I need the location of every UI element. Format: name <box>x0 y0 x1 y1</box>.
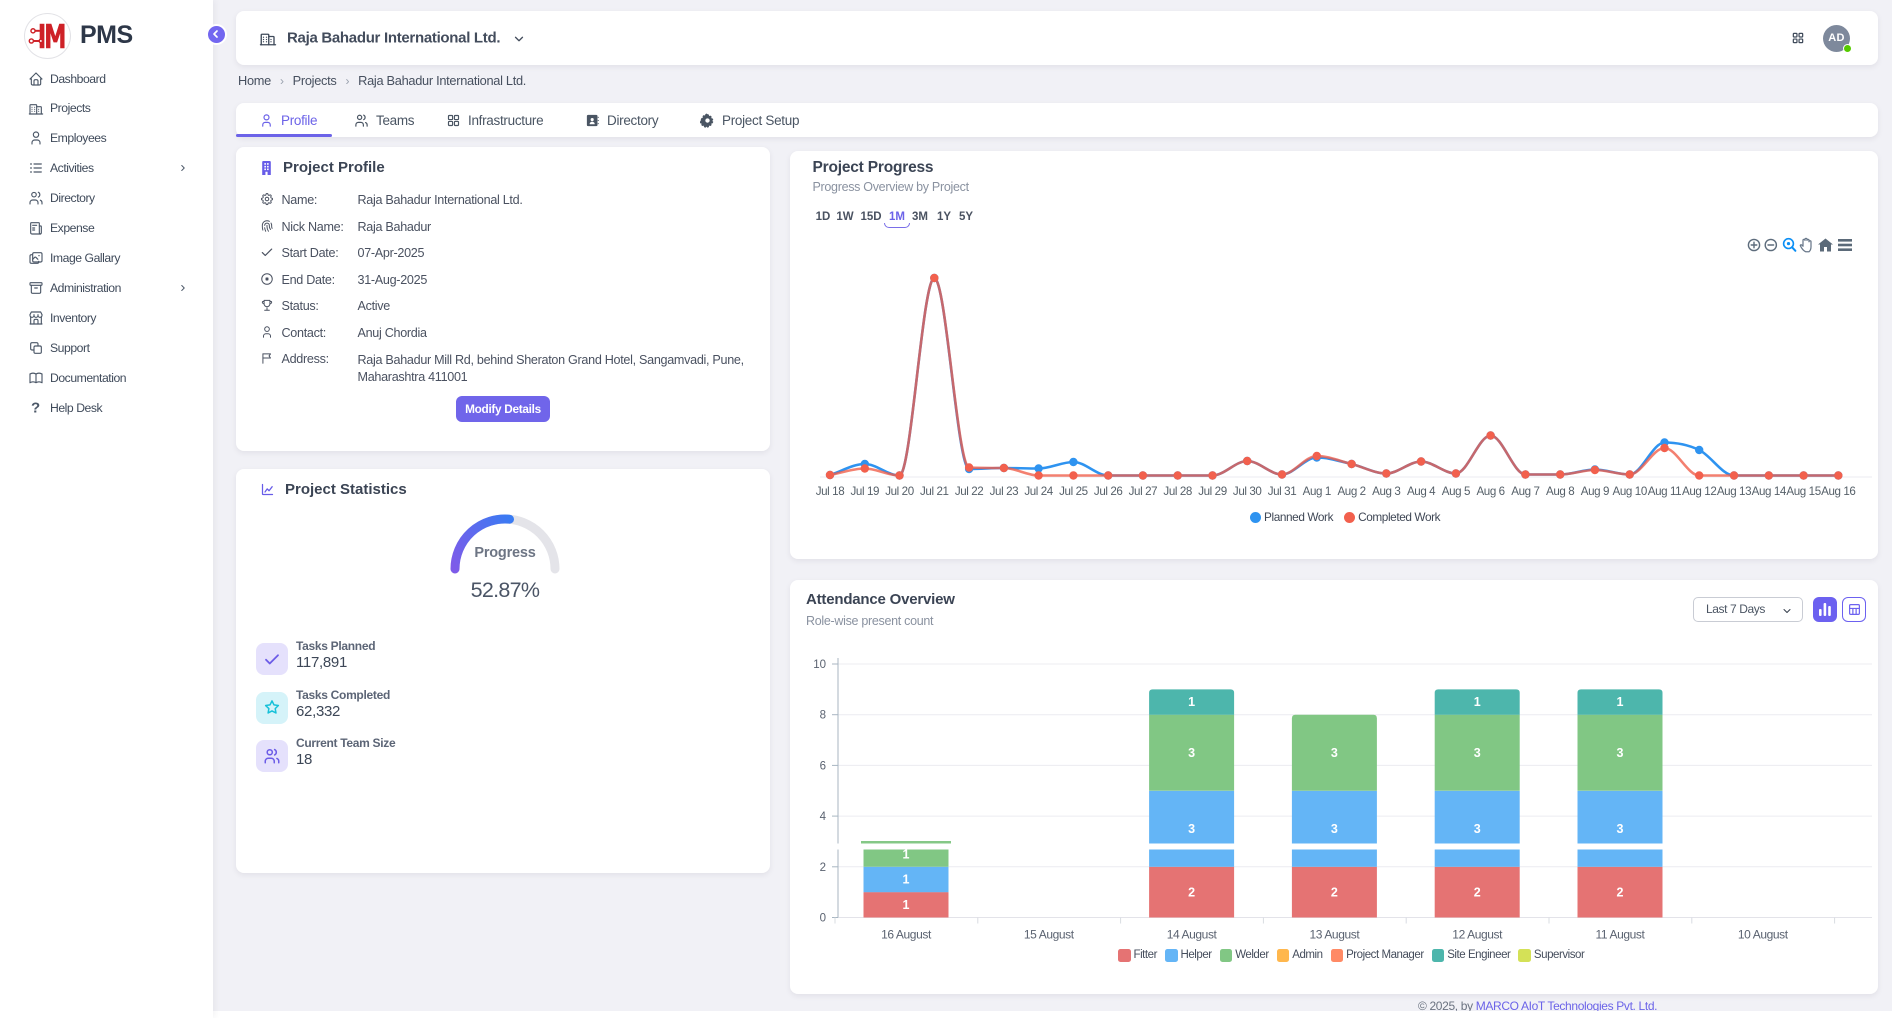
svg-text:Jul 22: Jul 22 <box>955 485 984 498</box>
svg-text:11 August: 11 August <box>1596 928 1646 942</box>
svg-text:Aug 5: Aug 5 <box>1442 485 1470 498</box>
svg-text:Jul 28: Jul 28 <box>1163 485 1192 498</box>
svg-text:Jul 26: Jul 26 <box>1094 485 1123 498</box>
svg-text:6: 6 <box>820 760 826 772</box>
svg-text:8: 8 <box>820 710 826 722</box>
svg-text:2: 2 <box>1331 885 1338 899</box>
svg-text:3: 3 <box>1617 822 1624 836</box>
svg-text:2: 2 <box>1617 885 1624 899</box>
svg-text:1: 1 <box>1474 695 1481 709</box>
svg-text:2: 2 <box>1474 885 1481 899</box>
svg-text:10 August: 10 August <box>1738 928 1789 942</box>
svg-text:1: 1 <box>1188 695 1195 709</box>
svg-text:13 August: 13 August <box>1310 928 1361 942</box>
svg-text:3: 3 <box>1188 822 1195 836</box>
svg-text:1: 1 <box>903 898 910 912</box>
svg-text:Aug 7: Aug 7 <box>1511 485 1539 498</box>
svg-text:Aug 6: Aug 6 <box>1476 485 1504 498</box>
svg-text:15 August: 15 August <box>1024 928 1075 942</box>
svg-text:12 August: 12 August <box>1452 928 1503 942</box>
svg-text:3: 3 <box>1331 746 1338 760</box>
svg-text:Aug 16: Aug 16 <box>1821 485 1855 498</box>
svg-text:3: 3 <box>1188 746 1195 760</box>
svg-text:Aug 11: Aug 11 <box>1648 485 1682 498</box>
svg-text:Jul 20: Jul 20 <box>885 485 914 498</box>
svg-text:3: 3 <box>1617 746 1624 760</box>
svg-text:1: 1 <box>1617 695 1624 709</box>
svg-text:Aug 1: Aug 1 <box>1303 485 1331 498</box>
svg-text:Jul 24: Jul 24 <box>1024 485 1053 498</box>
svg-text:Jul 30: Jul 30 <box>1233 485 1262 498</box>
svg-text:Aug 4: Aug 4 <box>1407 485 1436 498</box>
svg-text:Jul 25: Jul 25 <box>1059 485 1088 498</box>
svg-text:Jul 29: Jul 29 <box>1198 485 1227 498</box>
svg-text:3: 3 <box>1331 822 1338 836</box>
svg-text:2: 2 <box>1188 885 1195 899</box>
svg-text:Aug 13: Aug 13 <box>1717 485 1751 498</box>
svg-text:Aug 14: Aug 14 <box>1752 485 1787 498</box>
svg-text:Aug 12: Aug 12 <box>1682 485 1716 498</box>
svg-text:Aug 9: Aug 9 <box>1581 485 1609 498</box>
svg-text:10: 10 <box>813 659 826 671</box>
svg-text:16 August: 16 August <box>881 928 932 942</box>
svg-text:3: 3 <box>1474 822 1481 836</box>
svg-text:Aug 3: Aug 3 <box>1372 485 1400 498</box>
svg-text:Aug 2: Aug 2 <box>1337 485 1365 498</box>
svg-text:14 August: 14 August <box>1167 928 1218 942</box>
svg-text:1: 1 <box>903 873 910 887</box>
svg-text:Aug 15: Aug 15 <box>1786 485 1820 498</box>
svg-text:4: 4 <box>820 811 827 823</box>
svg-text:3: 3 <box>1474 746 1481 760</box>
svg-text:Jul 23: Jul 23 <box>990 485 1019 498</box>
svg-text:Aug 10: Aug 10 <box>1613 485 1647 498</box>
svg-text:Jul 27: Jul 27 <box>1129 485 1158 498</box>
svg-text:0: 0 <box>820 913 826 925</box>
svg-text:Jul 31: Jul 31 <box>1268 485 1297 498</box>
svg-text:Jul 21: Jul 21 <box>920 485 949 498</box>
svg-text:Aug 8: Aug 8 <box>1546 485 1574 498</box>
svg-text:Jul 19: Jul 19 <box>851 485 880 498</box>
svg-text:2: 2 <box>820 862 826 874</box>
svg-text:Jul 18: Jul 18 <box>816 485 845 498</box>
